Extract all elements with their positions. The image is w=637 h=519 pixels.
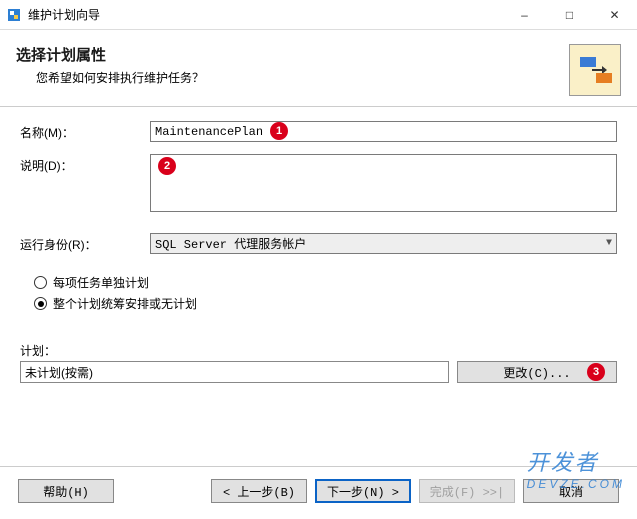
runas-label: 运行身份(R)：: [20, 233, 150, 253]
maximize-button[interactable]: □: [547, 0, 592, 29]
name-input[interactable]: [150, 121, 617, 142]
radio-icon: [34, 276, 47, 289]
radio-icon: [34, 297, 47, 310]
runas-select[interactable]: SQL Server 代理服务帐户 ▼: [150, 233, 617, 254]
radio-per-task[interactable]: 每项任务单独计划: [34, 274, 617, 291]
radio-single-plan[interactable]: 整个计划统筹安排或无计划: [34, 295, 617, 312]
desc-textarea[interactable]: [150, 154, 617, 212]
change-button[interactable]: 更改(C)...: [457, 361, 617, 383]
back-button[interactable]: < 上一步(B): [211, 479, 307, 503]
wizard-icon: [569, 44, 621, 96]
app-icon: [6, 7, 22, 23]
cancel-button[interactable]: 取消: [523, 479, 619, 503]
schedule-input: 未计划(按需): [20, 361, 449, 383]
next-button[interactable]: 下一步(N) >: [315, 479, 411, 503]
help-button[interactable]: 帮助(H): [18, 479, 114, 503]
runas-value: SQL Server 代理服务帐户: [155, 235, 606, 252]
page-subtitle: 您希望如何安排执行维护任务？: [16, 69, 569, 86]
schedule-label: 计划：: [20, 342, 617, 359]
desc-label: 说明(D)：: [20, 154, 150, 174]
radio-label-1: 每项任务单独计划: [53, 274, 149, 291]
page-title: 选择计划属性: [16, 44, 569, 65]
close-button[interactable]: ✕: [592, 0, 637, 29]
finish-button: 完成(F) >>|: [419, 479, 515, 503]
chevron-down-icon: ▼: [606, 238, 612, 249]
radio-label-2: 整个计划统筹安排或无计划: [53, 295, 197, 312]
name-label: 名称(M)：: [20, 121, 150, 141]
window-title: 维护计划向导: [28, 6, 502, 23]
minimize-button[interactable]: –: [502, 0, 547, 29]
